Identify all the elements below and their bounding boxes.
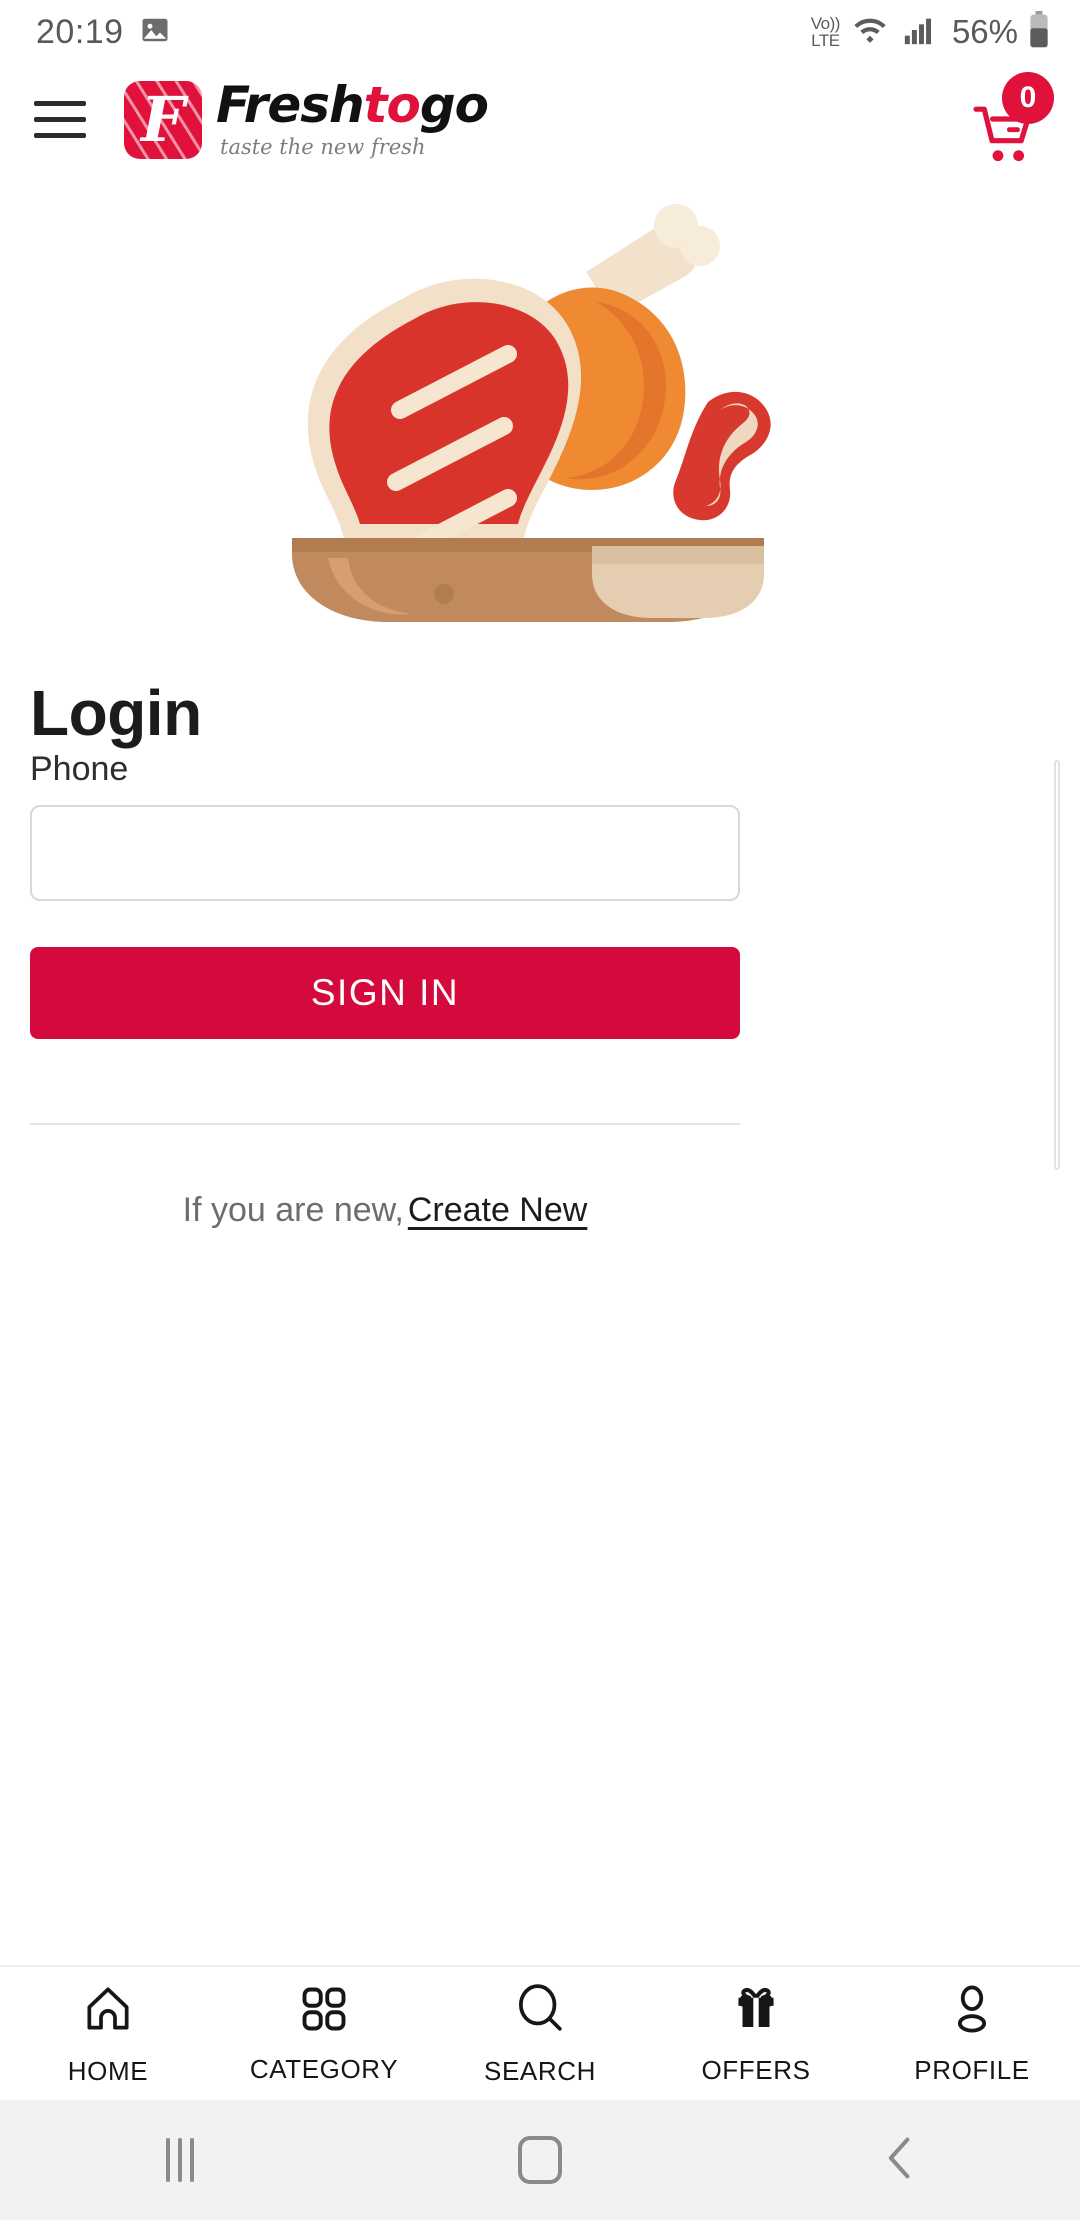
phone-input[interactable] — [30, 805, 740, 901]
gift-icon — [729, 1982, 783, 2041]
volte-top-text: Vo)) — [810, 14, 841, 33]
sign-in-button[interactable]: SIGN IN — [30, 947, 740, 1039]
cart-count-badge: 0 — [1002, 72, 1054, 124]
phone-field-label: Phone — [30, 750, 129, 788]
signup-prompt-row: If you are new, Create New — [30, 1191, 740, 1230]
brand-part-go: go — [419, 75, 489, 134]
meat-platter-illustration — [260, 202, 820, 627]
status-bar-left: 20:19 — [36, 13, 170, 52]
grid-icon — [298, 1983, 350, 2040]
back-button[interactable] — [720, 2132, 1080, 2189]
volte-bottom-text: LTE — [811, 31, 840, 50]
status-bar-right: Vo)) LTE 56% — [810, 10, 1050, 54]
hamburger-menu-icon[interactable] — [34, 89, 94, 149]
page-title: Login — [30, 677, 202, 749]
hamburger-bar — [34, 116, 86, 122]
nav-label-search: SEARCH — [484, 2055, 596, 2086]
status-time: 20:19 — [36, 12, 124, 51]
hamburger-bar — [34, 132, 86, 138]
home-icon — [80, 1981, 136, 2042]
nav-item-offers[interactable]: OFFERS — [648, 1982, 864, 2086]
brand-logo[interactable]: F Freshtogo taste the new fresh — [124, 75, 489, 160]
bacon-strip — [673, 391, 771, 520]
cellular-signal-icon — [900, 13, 938, 52]
wifi-icon — [850, 13, 890, 52]
search-icon — [512, 1981, 568, 2042]
nav-item-profile[interactable]: PROFILE — [864, 1982, 1080, 2086]
brand-part-to: to — [363, 75, 421, 134]
login-form-section: Login Phone SIGN IN If you are new, Creat… — [0, 676, 1080, 1230]
battery-icon — [1028, 10, 1050, 54]
bottom-navigation-bar: HOME CATEGORY SEARCH OFFERS PROFILE — [0, 1965, 1080, 2100]
signup-prompt-text: If you are new, — [182, 1191, 404, 1229]
form-divider — [30, 1123, 740, 1125]
home-square-icon — [518, 2136, 562, 2184]
android-system-navigation-bar — [0, 2100, 1080, 2220]
status-bar: 20:19 Vo)) LTE 56% — [0, 0, 1080, 64]
image-icon — [140, 15, 170, 50]
basket-tray — [292, 537, 764, 622]
hamburger-bar — [34, 100, 86, 106]
nav-label-profile: PROFILE — [914, 2054, 1030, 2085]
home-button[interactable] — [360, 2136, 720, 2184]
logo-letter: F — [140, 82, 186, 156]
brand-part-fresh: Fresh — [216, 75, 365, 134]
scrollbar-track[interactable] — [1054, 760, 1060, 1170]
hero-illustration-area — [0, 174, 1080, 654]
recents-icon — [166, 2138, 194, 2182]
recents-bar — [178, 2138, 182, 2182]
battery-percent-text: 56% — [951, 13, 1018, 50]
recents-bar — [190, 2138, 194, 2182]
brand-wordmark: Freshtogo — [216, 75, 489, 134]
nav-label-offers: OFFERS — [701, 2054, 811, 2085]
person-icon — [945, 1982, 999, 2041]
nav-item-search[interactable]: SEARCH — [432, 1981, 648, 2087]
brand-tagline: taste the new fresh — [220, 135, 426, 160]
recents-bar — [166, 2138, 170, 2182]
volte-icon: Vo)) LTE — [810, 14, 841, 50]
brand-text-block: Freshtogo taste the new fresh — [216, 75, 489, 160]
cart-button[interactable]: 0 — [964, 72, 1054, 168]
steak — [307, 278, 582, 563]
nav-item-category[interactable]: CATEGORY — [216, 1983, 432, 2085]
back-chevron-icon — [878, 2132, 922, 2189]
freshtogo-logo-mark: F — [124, 80, 202, 159]
nav-label-category: CATEGORY — [249, 2053, 399, 2084]
create-new-link[interactable]: Create New — [408, 1191, 588, 1229]
nav-item-home[interactable]: HOME — [0, 1981, 216, 2087]
nav-label-home: HOME — [67, 2055, 149, 2086]
recents-button[interactable] — [0, 2138, 360, 2182]
app-header: F Freshtogo taste the new fresh 0 — [0, 64, 1080, 174]
